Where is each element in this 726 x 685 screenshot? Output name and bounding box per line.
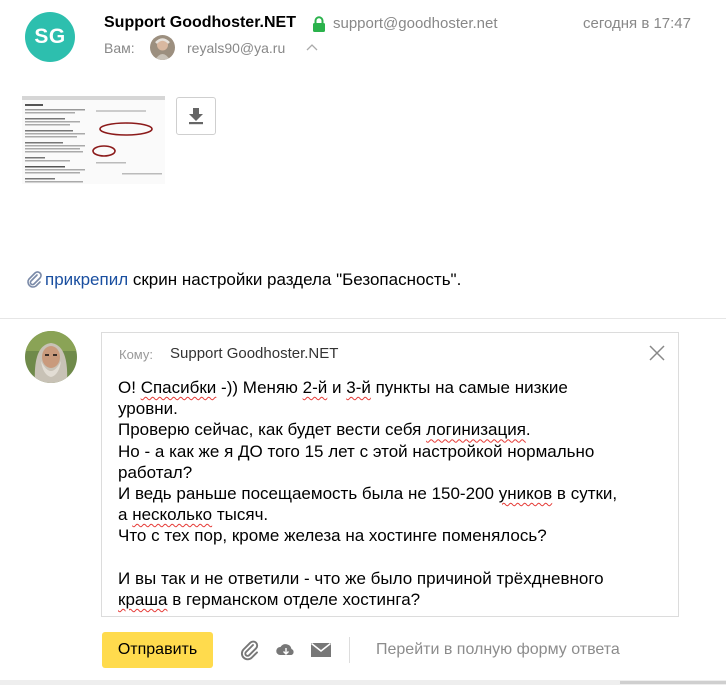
- reply-to-label: Кому:: [119, 347, 153, 362]
- cloud-icon[interactable]: [274, 639, 298, 661]
- download-icon: [189, 108, 203, 125]
- reply-text-line: [118, 547, 658, 568]
- sender-name[interactable]: Support Goodhoster.NET: [104, 14, 296, 32]
- reply-to-field[interactable]: Support Goodhoster.NET: [170, 345, 338, 362]
- reply-user-avatar: [25, 331, 77, 383]
- reply-text-line: О! Спасибки -)) Меняю 2-й и 3-й пункты н…: [118, 378, 568, 397]
- reply-text-line: работал?: [118, 462, 193, 482]
- message-timestamp: сегодня в 17:47: [583, 15, 691, 32]
- reply-text-line: уровни.: [118, 399, 178, 419]
- send-button[interactable]: Отправить: [102, 632, 213, 668]
- download-button[interactable]: [176, 97, 216, 135]
- chevron-up-icon[interactable]: [306, 43, 318, 51]
- body-text: скрин настройки раздела "Безопасность".: [128, 270, 462, 289]
- reply-text-line: Но - а как же я ДО того 15 лет с этой на…: [118, 441, 595, 461]
- bottom-scrollbar[interactable]: [0, 680, 726, 685]
- toolbar-separator: [349, 637, 350, 663]
- full-form-link[interactable]: Перейти в полную форму ответа: [376, 641, 620, 659]
- to-label: Вам:: [104, 40, 135, 56]
- paperclip-icon[interactable]: [238, 639, 262, 661]
- reply-text-area[interactable]: О! Спасибки -)) Меняю 2-й и 3-й пункты н…: [118, 377, 658, 610]
- close-icon[interactable]: [647, 343, 667, 363]
- reply-text-line: краша в германском отделе хостинга?: [118, 590, 421, 610]
- envelope-icon[interactable]: [309, 639, 333, 661]
- reply-text-line: И ведь раньше посещаемость была не 150-2…: [118, 484, 618, 504]
- reply-text-line: Что с тех пор, кроме железа на хостинге …: [118, 526, 547, 546]
- recipient-email[interactable]: reyals90@ya.ru: [187, 40, 285, 56]
- reply-text-line: Проверю сейчас, как будет вести себя лог…: [118, 420, 531, 440]
- reply-compose-box[interactable]: Кому: Support Goodhoster.NET О! Спасибки…: [101, 332, 679, 617]
- reply-text-line: И вы так и не ответили - что же было при…: [118, 568, 604, 588]
- divider: [0, 318, 726, 319]
- sender-avatar[interactable]: SG: [25, 12, 75, 62]
- message-header: SG Support Goodhoster.NET support@goodho…: [0, 0, 726, 90]
- sender-email[interactable]: support@goodhoster.net: [333, 15, 498, 32]
- scrollbar-thumb[interactable]: [620, 681, 726, 684]
- paperclip-icon: [27, 271, 42, 288]
- attachment-link[interactable]: прикрепил: [45, 270, 128, 289]
- message-body: прикрепил скрин настройки раздела "Безоп…: [25, 270, 461, 290]
- recipient-avatar: [150, 35, 175, 60]
- attachment-thumbnail[interactable]: [22, 96, 165, 184]
- lock-icon: [313, 16, 325, 32]
- reply-text-line: а несколько тысяч.: [118, 505, 269, 525]
